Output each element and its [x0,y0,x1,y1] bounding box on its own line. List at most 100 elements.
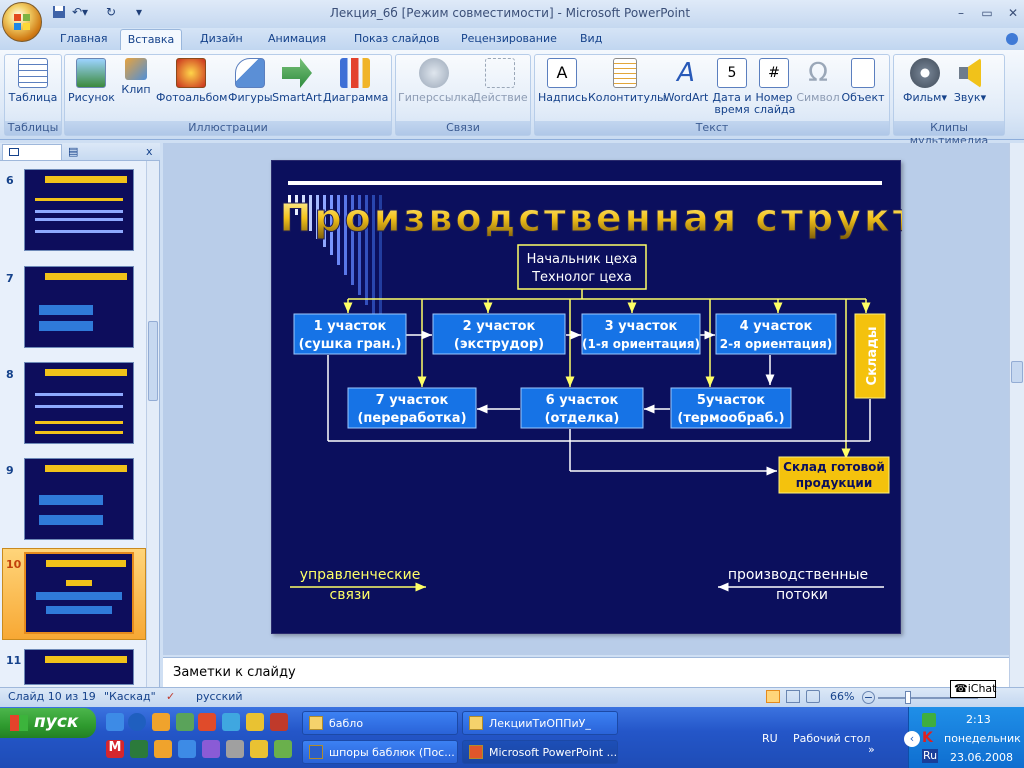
quick-launch-icon-3[interactable] [152,713,170,731]
object-icon [851,58,875,88]
photo-album-button[interactable]: Фотоальбом [156,58,227,104]
smartart-button[interactable]: SmartArt [272,58,322,104]
tab-animation[interactable]: Анимация [268,32,326,45]
slide-thumbnail-7[interactable] [24,266,134,348]
quick-launch-icon-13[interactable] [202,740,220,758]
slideshow-view-icon[interactable] [806,690,820,703]
zoom-out-button[interactable]: − [862,691,875,704]
maximize-button[interactable]: ▭ [974,4,1000,22]
tray-network-icon[interactable] [922,713,936,727]
svg-text:(экструдор): (экструдор) [454,337,544,352]
toolbar-chevron-icon[interactable]: » [868,743,875,756]
close-button[interactable]: ✕ [1000,4,1024,22]
quick-launch-icon-7[interactable] [246,713,264,731]
quick-launch-icon-14[interactable] [226,740,244,758]
clock-day: понедельник [944,732,1021,745]
task-folder-bablo[interactable]: бабло [302,711,458,735]
tab-insert[interactable]: Вставка [120,29,182,51]
tab-review[interactable]: Рецензирование [461,32,557,45]
media-player-icon[interactable] [128,713,146,731]
quick-launch-icon-10[interactable] [130,740,148,758]
quick-launch-icon-5[interactable] [198,713,216,731]
textbox-button[interactable]: A Надпись [538,58,588,104]
quick-launch-icon-15[interactable] [250,740,268,758]
task-word-doc[interactable]: шпоры баблюк (Пос... [302,740,458,764]
ie-icon[interactable] [106,713,124,731]
metro-icon[interactable]: M [106,740,124,758]
task-powerpoint[interactable]: Microsoft PowerPoint ... [462,740,618,764]
unit-4-box: 4 участок 2-я ориентация) [715,313,837,355]
quick-launch-icon-4[interactable] [176,713,194,731]
clip-button[interactable]: Клип [118,58,154,96]
legend-prod-line-2: потоки [776,587,828,603]
office-button[interactable] [2,2,42,42]
quick-launch-icon-12[interactable] [178,740,196,758]
clock-time[interactable]: 2:13 [966,713,991,726]
legend-prod-line-1: производственные [728,567,868,583]
svg-text:(сушка гран.): (сушка гран.) [299,337,402,352]
pane-close-icon[interactable]: x [146,145,153,158]
redo-icon[interactable]: ↻ [106,5,116,21]
unit-5-box: 5участок (термообраб.) [670,387,792,429]
hyperlink-button[interactable]: Гиперссылка [398,58,474,104]
quick-launch-icon-6[interactable] [222,713,240,731]
slides-scrollbar[interactable] [146,161,159,687]
zoom-level[interactable]: 66% [830,690,854,703]
help-icon[interactable] [1006,33,1018,45]
slide-number-10: 10 [6,558,22,571]
slide-thumbnail-9[interactable] [24,458,134,540]
tab-view[interactable]: Вид [580,32,602,45]
object-button[interactable]: Объект [840,58,886,104]
quick-launch-icon-11[interactable] [154,740,172,758]
outline-tab[interactable]: ▤ [68,145,78,158]
slide-thumbnail-10[interactable] [24,552,134,634]
undo-icon[interactable]: ↶▾ [72,5,88,21]
chart-button[interactable]: Диаграмма [323,58,388,104]
notes-placeholder[interactable]: Заметки к слайду [173,665,296,680]
datetime-button[interactable]: 5 Дата и время [712,58,752,116]
slide-canvas[interactable]: Производственная структура Начальник цех… [271,160,1002,634]
slide-thumbnail-8[interactable] [24,362,134,444]
globe-icon [419,58,449,88]
movie-button[interactable]: Фильм▾ [900,58,950,104]
table-button[interactable]: Таблица [7,58,59,104]
start-button[interactable]: пуск [0,708,96,738]
normal-view-icon[interactable] [766,690,780,703]
tab-home[interactable]: Главная [60,32,108,45]
editor-scrollbar[interactable] [1009,143,1024,688]
calendar-icon: 5 [717,58,747,88]
qat-menu-icon[interactable]: ▾ [136,5,142,21]
slide-number-11: 11 [6,654,22,667]
kaspersky-icon[interactable]: K [922,731,936,745]
slide-thumbnail-11[interactable] [24,649,134,685]
tray-collapse-icon[interactable]: ‹ [904,731,920,747]
task-folder-lectures[interactable]: ЛекцииТиОППиУ_ [462,711,618,735]
minimize-button[interactable]: – [948,4,974,22]
sound-button[interactable]: Звук▾ [950,58,990,104]
tab-design[interactable]: Дизайн [200,32,243,45]
action-button[interactable]: Действие [472,58,528,104]
zoom-slider-thumb[interactable] [905,691,911,704]
picture-button[interactable]: Рисунок [68,58,115,104]
quick-launch-icon-8[interactable] [270,713,288,731]
header-footer-button[interactable]: Колонтитулы [588,58,666,104]
slide-number-button[interactable]: # Номер слайда [754,58,795,116]
quick-launch-icon-16[interactable] [274,740,292,758]
status-language[interactable]: русский [196,690,243,703]
save-icon[interactable] [52,5,66,21]
desktop-toolbar[interactable]: Рабочий стол [793,732,870,745]
slides-tab[interactable] [2,144,62,160]
language-indicator[interactable]: RU [762,732,778,745]
slide-thumbnail-6[interactable] [24,169,134,251]
finished-goods-box: Склад готовой продукции [778,456,890,494]
tray-lang-icon[interactable]: Ru [922,749,938,763]
ichat-popup[interactable]: ☎iChat [950,680,996,698]
top-rule [288,181,882,185]
tab-slideshow[interactable]: Показ слайдов [354,32,440,45]
wordart-button[interactable]: A WordArt [662,58,710,104]
sorter-view-icon[interactable] [786,690,800,703]
shapes-button[interactable]: Фигуры [228,58,273,104]
spellcheck-icon[interactable]: ✓ [166,690,175,703]
head-line-2: Технолог цеха [531,270,632,285]
symbol-button[interactable]: Ω Символ [796,58,840,104]
